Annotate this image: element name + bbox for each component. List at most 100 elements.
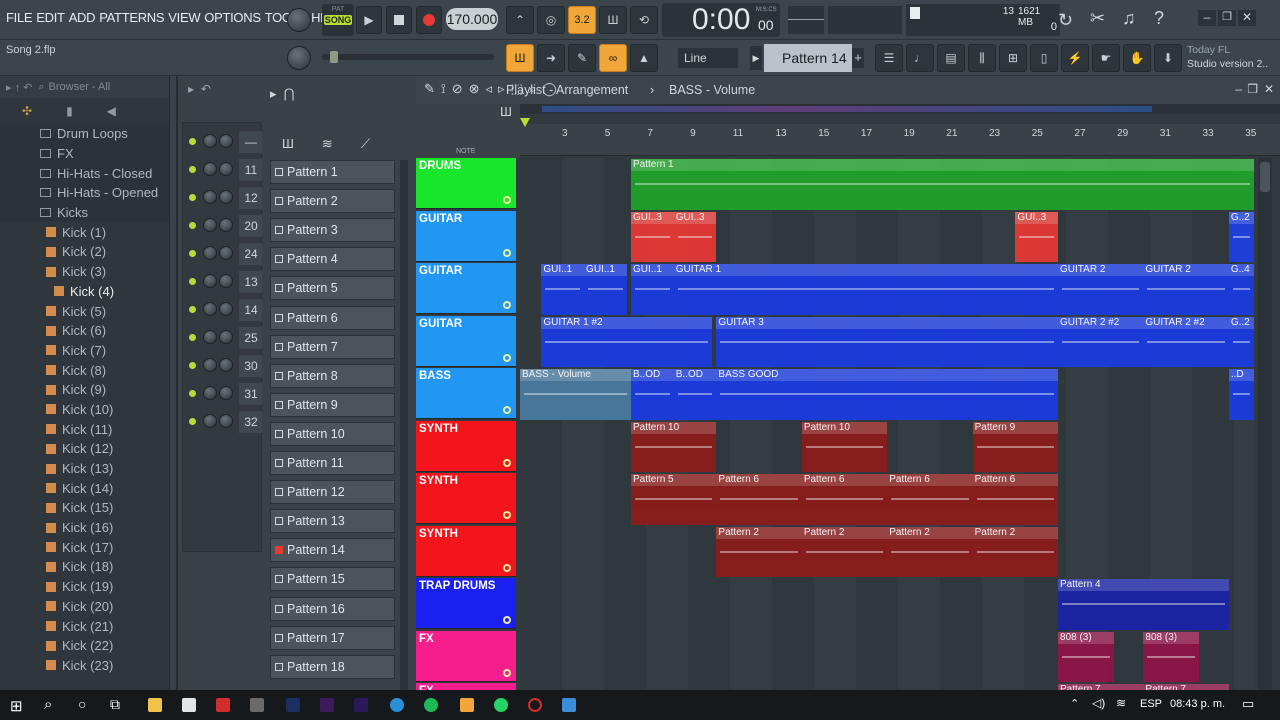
browser-arrows-icon[interactable]: ▸ ↑ ↶ <box>6 81 32 94</box>
playlist-view-button[interactable]: ☰ <box>875 44 903 72</box>
pattern-item[interactable]: Pattern 8 <box>270 363 395 388</box>
notifications-icon[interactable]: ▭ <box>1242 696 1254 712</box>
channel-volume-knob[interactable] <box>203 302 217 316</box>
pattern-prev-icon[interactable]: ▶ <box>750 46 762 70</box>
store-icon[interactable] <box>182 698 196 712</box>
whatsapp-icon[interactable] <box>494 698 508 712</box>
playlist-button[interactable]: Ш <box>506 44 534 72</box>
browser-item[interactable]: Kick (10) <box>0 400 169 420</box>
menu-edit[interactable]: EDIT <box>34 10 66 25</box>
browser-item[interactable]: Kick (5) <box>0 301 169 321</box>
bird-app-icon[interactable] <box>250 698 264 712</box>
playlist-clip[interactable]: Pattern 2 <box>972 526 1058 577</box>
mixer-track-number[interactable]: — <box>239 131 263 153</box>
track-mute-icon[interactable] <box>503 458 511 467</box>
browser-item[interactable]: Kick (21) <box>0 616 169 636</box>
countdown-button[interactable]: 3.2 <box>568 6 596 34</box>
channel-led[interactable] <box>189 222 196 229</box>
close-button[interactable]: ✕ <box>1238 10 1256 26</box>
pattern-selector[interactable]: Pattern 14 <box>764 44 852 72</box>
browser-item[interactable]: Kick (9) <box>0 380 169 400</box>
track-mute-icon[interactable] <box>503 301 511 309</box>
browser-item[interactable]: Kick (4) <box>0 282 169 302</box>
browser-item[interactable]: Hi-Hats - Closed <box>0 163 169 184</box>
premiere-icon[interactable] <box>320 698 334 712</box>
help-icon[interactable]: ? <box>1154 8 1164 29</box>
track-header[interactable]: GUITAR <box>416 263 516 314</box>
track-header[interactable]: GUITAR <box>416 315 516 367</box>
channel-led[interactable] <box>189 418 196 425</box>
file-explorer-icon[interactable] <box>148 698 162 712</box>
menu-view[interactable]: VIEW <box>166 10 202 25</box>
pl-restore-icon[interactable]: ❐ <box>1247 82 1258 96</box>
pattern-item[interactable]: Pattern 12 <box>270 480 395 505</box>
track-mute-icon[interactable] <box>503 248 511 257</box>
playlist-clip[interactable]: GUI..1 <box>584 264 627 315</box>
channel-pan-knob[interactable] <box>219 218 233 232</box>
playlist-clip[interactable]: Pattern 6 <box>972 474 1058 525</box>
touch-button[interactable]: ✋ <box>1123 44 1151 72</box>
playlist-clip[interactable]: GUITAR 2 <box>1058 264 1144 315</box>
playlist-clip[interactable]: GUITAR 1 <box>673 264 1059 315</box>
browser-item[interactable]: Kick (22) <box>0 636 169 656</box>
menu-add[interactable]: ADD <box>67 10 98 25</box>
channel-volume-knob[interactable] <box>203 246 217 260</box>
track-header[interactable]: BASS <box>416 368 516 419</box>
app-taskbar-icon[interactable] <box>562 698 576 712</box>
browser-item[interactable]: Kick (11) <box>0 419 169 439</box>
track-mute-icon[interactable] <box>503 563 511 572</box>
channel-pan-knob[interactable] <box>219 386 233 400</box>
playlist-clip[interactable]: Pattern 9 <box>972 421 1058 472</box>
playlist-clip[interactable]: Pattern 6 <box>801 474 888 525</box>
browser-item[interactable]: Kick (2) <box>0 242 169 262</box>
playlist-clip[interactable]: Pattern 6 <box>716 474 802 525</box>
playlist-clip[interactable]: Pattern 2 <box>887 526 973 577</box>
search-icon[interactable]: ⌕ <box>38 81 44 94</box>
metronome-button[interactable]: ⌃ <box>506 6 534 34</box>
track-mute-icon[interactable] <box>503 616 511 624</box>
record-button[interactable] <box>416 6 442 34</box>
track-header[interactable]: SYNTH <box>416 525 516 577</box>
mixer-track-number[interactable]: 32 <box>239 411 263 433</box>
channel-led[interactable] <box>189 362 196 369</box>
step-edit-button[interactable]: Ш <box>599 6 627 34</box>
playlist-clip[interactable]: Pattern 6 <box>887 474 973 525</box>
browser-item[interactable]: Kick (12) <box>0 439 169 459</box>
channel-volume-knob[interactable] <box>203 190 217 204</box>
browser-item[interactable]: Kick (20) <box>0 597 169 617</box>
volume-icon[interactable]: ◁) <box>1092 696 1105 710</box>
language-indicator[interactable]: ESP <box>1140 698 1162 710</box>
browser-snap-icon[interactable]: ✣ <box>22 104 32 118</box>
browser-item[interactable]: Drum Loops <box>0 124 169 144</box>
playlist-clip[interactable]: 808 (3) <box>1143 631 1199 682</box>
channel-pan-knob[interactable] <box>219 302 233 316</box>
playlist-clip[interactable]: BASS - Volume <box>520 369 632 420</box>
project-button[interactable]: ▯ <box>1030 44 1058 72</box>
browser-item[interactable]: Kick (6) <box>0 321 169 341</box>
playlist-clip[interactable]: GUI..1 <box>631 264 674 315</box>
wifi-icon[interactable]: ≋ <box>1116 696 1126 710</box>
tools-icon[interactable]: ✂ <box>1090 8 1105 29</box>
mixer-track-number[interactable]: 24 <box>239 243 263 265</box>
pattern-item[interactable]: Pattern 14 <box>270 538 395 563</box>
photoshop-icon[interactable] <box>286 698 300 712</box>
channel-volume-knob[interactable] <box>203 330 217 344</box>
channel-volume-knob[interactable] <box>203 134 217 148</box>
position-slider[interactable] <box>322 51 494 63</box>
channel-pan-knob[interactable] <box>219 358 233 372</box>
channel-led[interactable] <box>189 306 196 313</box>
playlist-clip[interactable]: GUITAR 2 <box>1143 264 1229 315</box>
mixer-track-number[interactable]: 11 <box>239 159 263 181</box>
channel-led[interactable] <box>189 138 196 145</box>
pattern-item[interactable]: Pattern 9 <box>270 392 395 417</box>
channel-pan-knob[interactable] <box>219 414 233 428</box>
track-mute-icon[interactable] <box>503 353 511 362</box>
channel-volume-knob[interactable] <box>203 274 217 288</box>
antivirus-icon[interactable] <box>216 698 230 712</box>
channel-led[interactable] <box>189 278 196 285</box>
wait-input-button[interactable]: ◎ <box>537 6 565 34</box>
channel-pan-knob[interactable] <box>219 330 233 344</box>
forward-icon[interactable]: ▸ <box>270 86 277 101</box>
channel-pan-knob[interactable] <box>219 190 233 204</box>
playlist-clip[interactable]: Pattern 10 <box>631 421 717 472</box>
